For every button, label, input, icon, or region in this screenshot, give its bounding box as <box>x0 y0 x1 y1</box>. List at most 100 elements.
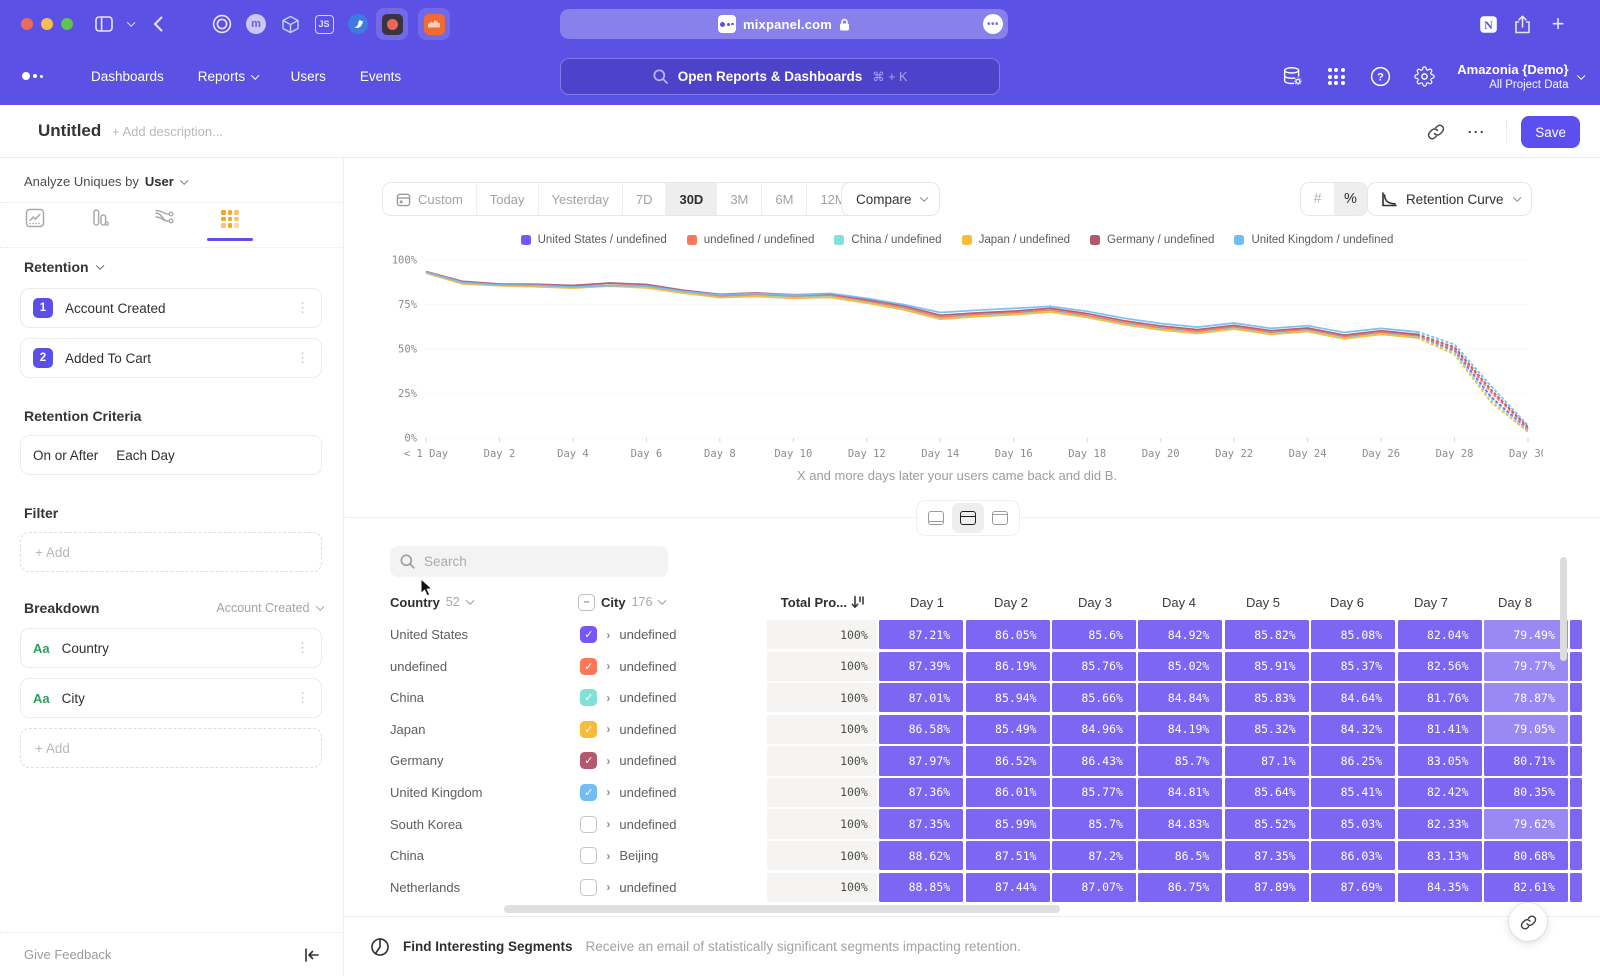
legend-item[interactable]: Japan / undefined <box>962 234 1070 246</box>
expand-row-icon[interactable]: › <box>606 754 610 768</box>
retention-cell[interactable]: 82.42% <box>1398 778 1482 807</box>
notion-icon[interactable]: N <box>1476 12 1500 36</box>
total-column-header[interactable]: Total Pro... <box>762 595 872 610</box>
retention-cell[interactable]: 85.99% <box>966 809 1050 838</box>
expand-row-icon[interactable]: › <box>606 880 610 894</box>
select-all-checkbox[interactable]: – <box>578 594 595 611</box>
table-search[interactable] <box>390 546 668 577</box>
share-icon[interactable] <box>1510 12 1534 36</box>
breakdown-card-city[interactable]: Aa City ⋮ <box>20 678 322 718</box>
retention-cell[interactable]: 85.66% <box>1052 683 1136 712</box>
retention-cell[interactable]: 87.36% <box>879 778 963 807</box>
analyze-value[interactable]: User <box>145 174 174 189</box>
expand-row-icon[interactable]: › <box>606 817 610 831</box>
retention-chart[interactable]: 0%25%50%75%100%< 1 DayDay 2Day 4Day 6Day… <box>378 252 1543 468</box>
retention-cell[interactable]: 87.01% <box>879 683 963 712</box>
expand-row-icon[interactable]: › <box>606 691 610 705</box>
day-column-header[interactable]: Day 7 <box>1376 595 1460 610</box>
retention-cell[interactable]: 85.02% <box>1138 652 1222 681</box>
apps-grid-icon[interactable] <box>1319 60 1353 94</box>
retention-cell[interactable]: 86.43% <box>1052 746 1136 775</box>
kebab-menu-icon[interactable]: ⋮ <box>296 644 309 652</box>
retention-cell[interactable]: 79.77% <box>1484 652 1568 681</box>
retention-cell[interactable]: 87.2% <box>1052 841 1136 870</box>
tab-funnels[interactable] <box>89 208 111 238</box>
format-percent-button[interactable]: % <box>1334 183 1367 215</box>
data-management-icon[interactable] <box>1275 60 1309 94</box>
retention-cell[interactable]: 86.01% <box>966 778 1050 807</box>
report-title[interactable]: Untitled <box>38 121 101 141</box>
retention-cell[interactable]: 83.13% <box>1398 841 1482 870</box>
retention-cell[interactable]: 81.76% <box>1398 683 1482 712</box>
horizontal-scrollbar[interactable] <box>504 905 1060 913</box>
range-6m[interactable]: 6M <box>762 183 807 215</box>
retention-cell[interactable]: 84.19% <box>1138 715 1222 744</box>
save-button[interactable]: Save <box>1521 116 1580 148</box>
share-link-fab[interactable] <box>1509 903 1547 941</box>
help-icon[interactable]: ? <box>1363 60 1397 94</box>
expand-row-icon[interactable]: › <box>606 628 610 642</box>
table-search-input[interactable] <box>424 554 644 569</box>
retention-cell[interactable]: 86.03% <box>1311 841 1395 870</box>
legend-item[interactable]: United Kingdom / undefined <box>1234 234 1393 246</box>
retention-cell[interactable]: 82.56% <box>1398 652 1482 681</box>
tab-insights[interactable] <box>24 208 46 238</box>
row-checkbox[interactable] <box>580 879 597 896</box>
nav-link-dashboards[interactable]: Dashboards <box>74 69 181 84</box>
back-icon[interactable] <box>146 12 170 36</box>
address-bar[interactable]: mixpanel.com ••• <box>560 9 1008 39</box>
range-3m[interactable]: 3M <box>717 183 762 215</box>
format-number-button[interactable]: # <box>1301 183 1334 215</box>
retention-cell[interactable]: 85.7% <box>1052 809 1136 838</box>
tab-retention[interactable] <box>219 208 241 238</box>
retention-cell[interactable]: 80.68% <box>1484 841 1568 870</box>
retention-cell[interactable]: 84.35% <box>1398 873 1482 902</box>
add-description[interactable]: + Add description... <box>112 124 223 139</box>
expand-row-icon[interactable]: › <box>606 849 610 863</box>
row-checkbox[interactable]: ✓ <box>580 752 597 769</box>
retention-cell[interactable]: 87.07% <box>1052 873 1136 902</box>
city-column-header[interactable]: – City176 <box>578 594 762 611</box>
legend-item[interactable]: Germany / undefined <box>1090 234 1214 246</box>
country-column-header[interactable]: Country52 <box>390 595 578 610</box>
day-column-header[interactable]: Day 2 <box>956 595 1040 610</box>
compare-button[interactable]: Compare <box>841 182 940 216</box>
sidebar-toggle-icon[interactable] <box>92 12 116 36</box>
settings-gear-icon[interactable] <box>1407 60 1441 94</box>
retention-cell[interactable]: 82.61% <box>1484 873 1568 902</box>
chart-view-toggle[interactable] <box>920 503 952 533</box>
extension-reader-icon[interactable] <box>376 8 408 40</box>
retention-cell[interactable]: 85.6% <box>1052 620 1136 649</box>
day-column-header[interactable]: Day 1 <box>872 595 956 610</box>
retention-cell[interactable]: 80.71% <box>1484 746 1568 775</box>
retention-cell[interactable]: 85.32% <box>1225 715 1309 744</box>
retention-cell[interactable]: 87.39% <box>879 652 963 681</box>
retention-cell[interactable]: 80.35% <box>1484 778 1568 807</box>
copy-link-icon[interactable] <box>1420 116 1452 148</box>
retention-cell[interactable]: 83.05% <box>1398 746 1482 775</box>
give-feedback-link[interactable]: Give Feedback <box>24 947 111 962</box>
retention-cell[interactable]: 87.21% <box>879 620 963 649</box>
retention-cell[interactable]: 85.91% <box>1225 652 1309 681</box>
more-options-icon[interactable]: ⋯ <box>1460 116 1492 148</box>
expand-row-icon[interactable]: › <box>606 659 610 673</box>
criteria-interval[interactable]: Each Day <box>116 448 175 463</box>
retention-cell[interactable]: 88.62% <box>879 841 963 870</box>
retention-cell[interactable]: 87.97% <box>879 746 963 775</box>
retention-cell[interactable]: 82.33% <box>1398 809 1482 838</box>
retention-cell[interactable]: 85.03% <box>1311 809 1395 838</box>
window-close-button[interactable] <box>21 18 33 30</box>
retention-cell[interactable]: 79.05% <box>1484 715 1568 744</box>
row-checkbox[interactable]: ✓ <box>580 658 597 675</box>
retention-cell[interactable]: 87.51% <box>966 841 1050 870</box>
retention-cell[interactable]: 85.77% <box>1052 778 1136 807</box>
extension-password-icon[interactable] <box>206 8 238 40</box>
row-checkbox[interactable] <box>580 816 597 833</box>
retention-cell[interactable]: 85.37% <box>1311 652 1395 681</box>
retention-cell[interactable]: 79.62% <box>1484 809 1568 838</box>
extension-bird-icon[interactable] <box>342 8 374 40</box>
split-view-toggle[interactable] <box>952 503 984 533</box>
new-tab-icon[interactable]: + <box>1546 12 1570 36</box>
retention-cell[interactable]: 85.82% <box>1225 620 1309 649</box>
criteria-card[interactable]: On or After Each Day <box>20 435 322 475</box>
